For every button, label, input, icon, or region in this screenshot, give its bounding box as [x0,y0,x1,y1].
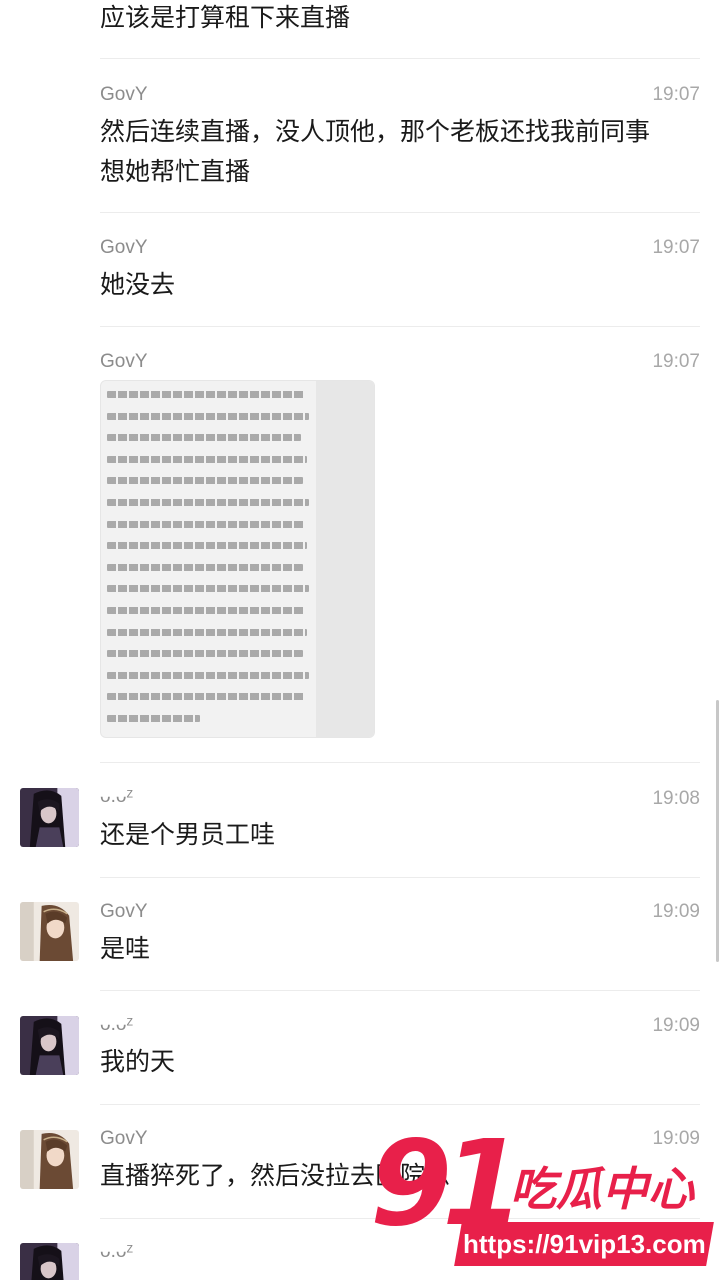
message-divider [100,58,700,59]
message-divider [100,326,700,327]
message-time: 19:09 [652,1015,700,1036]
sender-name: GovY [100,84,148,105]
sender-name: ᴗ.ᴗᶻ [100,786,134,807]
message-text: 她没去 [100,270,176,299]
brown-haired-girl-avatar[interactable] [20,1130,79,1189]
sender-name: GovY [100,1128,148,1149]
watermark-url: https://91vip13.com [454,1222,714,1266]
message-text: 还是个男员工哇 [100,820,276,849]
sender-name: GovY [100,901,148,922]
sender-name: GovY [100,237,148,258]
watermark-name: 吃瓜中心 [510,1162,694,1216]
sender-name: GovY [100,351,148,372]
dark-haired-girl-avatar[interactable] [20,788,79,847]
message-text: 然后连续直播，没人顶他，那个老板还找我前同事 想她帮忙直播 [100,112,690,192]
message-divider [100,877,700,878]
message-text-line: 想她帮忙直播 [100,157,251,186]
message-divider [100,212,700,213]
message-text: 应该是打算租下来直播 [100,3,351,32]
brown-haired-girl-avatar[interactable] [20,902,79,961]
image-margin [316,381,374,737]
message-time: 19:07 [652,84,700,105]
image-message-thumbnail[interactable] [100,380,375,738]
watermark-url-text: https://91vip13.com [462,1229,706,1259]
sender-name: ᴗ.ᴗᶻ [100,1241,134,1262]
message-time: 19:08 [652,788,700,809]
message-text: 我的天 [100,1047,176,1076]
message-time: 19:07 [652,237,700,258]
message-text: 是哇 [100,934,151,963]
message-divider [100,1104,700,1105]
watermark-logo: 91 吃瓜中心 https://91vip13.com [370,1124,715,1278]
message-text-line: 然后连续直播，没人顶他，那个老板还找我前同事 [100,117,651,146]
dark-haired-girl-avatar[interactable] [20,1016,79,1075]
image-text-content [107,391,313,737]
message-time: 19:07 [652,351,700,372]
message-divider [100,762,700,763]
sender-name: ᴗ.ᴗᶻ [100,1014,134,1035]
scrollbar[interactable] [716,700,719,962]
dark-haired-girl-avatar[interactable] [20,1243,79,1280]
message-time: 19:09 [652,901,700,922]
message-divider [100,990,700,991]
